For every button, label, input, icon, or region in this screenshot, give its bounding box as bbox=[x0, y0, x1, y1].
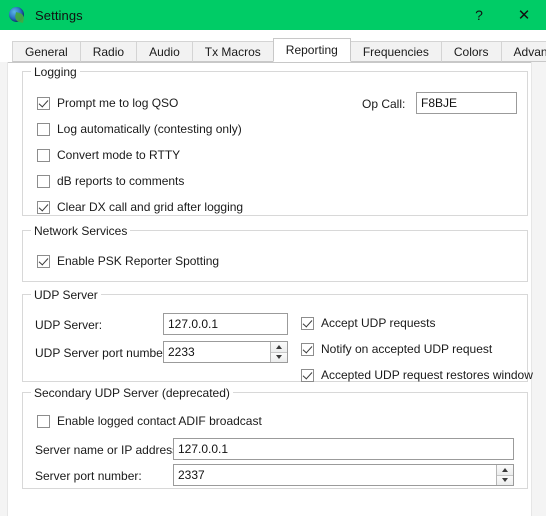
spinner-buttons[interactable] bbox=[270, 342, 287, 362]
checkbox-label: Prompt me to log QSO bbox=[57, 96, 179, 110]
network-services-group-legend: Network Services bbox=[31, 224, 131, 238]
secondary-server-port-label: Server port number: bbox=[35, 469, 142, 483]
checkbox-label: Log automatically (contesting only) bbox=[57, 122, 242, 136]
checkbox-log-automatically[interactable]: Log automatically (contesting only) bbox=[37, 120, 242, 138]
spinner-down-icon[interactable] bbox=[497, 475, 513, 485]
checkbox-box[interactable] bbox=[37, 414, 50, 428]
checkbox-box[interactable] bbox=[37, 96, 50, 110]
title-bar: Settings ? ✕ bbox=[0, 0, 546, 30]
udp-server-port-label: UDP Server port number: bbox=[35, 346, 171, 360]
checkbox-box[interactable] bbox=[37, 254, 50, 268]
checkbox-db-reports-to-comments[interactable]: dB reports to comments bbox=[37, 172, 184, 190]
checkbox-box[interactable] bbox=[301, 368, 314, 382]
checkbox-enable-psk-reporter-spotting[interactable]: Enable PSK Reporter Spotting bbox=[37, 252, 219, 270]
secondary-server-name-input[interactable]: 127.0.0.1 bbox=[173, 438, 514, 460]
spinner-up-icon[interactable] bbox=[271, 342, 287, 353]
title-bar-buttons: ? ✕ bbox=[456, 0, 546, 30]
checkbox-label: Enable PSK Reporter Spotting bbox=[57, 254, 220, 268]
checkbox-box[interactable] bbox=[301, 316, 314, 330]
checkbox-box[interactable] bbox=[301, 342, 314, 356]
close-button[interactable]: ✕ bbox=[502, 0, 546, 30]
udp-server-group-legend: UDP Server bbox=[31, 288, 101, 302]
checkbox-label: Clear DX call and grid after logging bbox=[57, 200, 244, 214]
spinner-buttons[interactable] bbox=[496, 465, 513, 485]
window-title: Settings bbox=[35, 7, 83, 23]
checkbox-box[interactable] bbox=[37, 200, 50, 214]
tab-reporting[interactable]: Reporting bbox=[272, 38, 351, 62]
checkbox-notify-on-accepted-udp-request[interactable]: Notify on accepted UDP request bbox=[301, 340, 492, 358]
tab-audio[interactable]: Audio bbox=[136, 41, 193, 62]
checkbox-box[interactable] bbox=[37, 174, 50, 188]
secondary-server-name-label: Server name or IP address: bbox=[35, 443, 182, 457]
op-call-input[interactable]: F8BJE bbox=[416, 92, 517, 114]
tab-advanced[interactable]: Advanced bbox=[500, 41, 546, 62]
checkbox-label: Notify on accepted UDP request bbox=[321, 342, 493, 356]
checkbox-clear-dx-call-and-grid[interactable]: Clear DX call and grid after logging bbox=[37, 198, 243, 216]
checkbox-accept-udp-requests[interactable]: Accept UDP requests bbox=[301, 314, 436, 332]
secondary-server-port-value[interactable]: 2337 bbox=[174, 465, 496, 485]
udp-server-port-value[interactable]: 2233 bbox=[164, 342, 270, 362]
checkbox-prompt-me-to-log-qso[interactable]: Prompt me to log QSO bbox=[37, 94, 178, 112]
checkbox-label: Convert mode to RTTY bbox=[57, 148, 181, 162]
checkbox-box[interactable] bbox=[37, 148, 50, 162]
checkbox-label: Accepted UDP request restores window bbox=[321, 368, 533, 382]
secondary-udp-server-group-legend: Secondary UDP Server (deprecated) bbox=[31, 386, 233, 400]
tab-strip: General Radio Audio Tx Macros Reporting … bbox=[12, 38, 546, 62]
udp-server-input[interactable]: 127.0.0.1 bbox=[163, 313, 288, 335]
tab-colors[interactable]: Colors bbox=[440, 41, 502, 62]
udp-server-group: UDP Server UDP Server: 127.0.0.1 UDP Ser… bbox=[22, 288, 533, 382]
help-button[interactable]: ? bbox=[456, 0, 502, 30]
app-globe-icon bbox=[8, 6, 26, 24]
op-call-label: Op Call: bbox=[362, 97, 406, 111]
network-services-group: Network Services Enable PSK Reporter Spo… bbox=[22, 224, 528, 282]
checkbox-label: Accept UDP requests bbox=[321, 316, 436, 330]
checkbox-label: Enable logged contact ADIF broadcast bbox=[57, 414, 262, 428]
spinner-up-icon[interactable] bbox=[497, 465, 513, 476]
logging-group-legend: Logging bbox=[31, 65, 80, 79]
logging-group: Logging Prompt me to log QSO Log automat… bbox=[22, 65, 528, 216]
panel-right-edge bbox=[531, 62, 546, 516]
tab-frequencies[interactable]: Frequencies bbox=[349, 41, 442, 62]
spinner-down-icon[interactable] bbox=[271, 352, 287, 362]
checkbox-label: dB reports to comments bbox=[57, 174, 185, 188]
checkbox-accepted-udp-request-restores-window[interactable]: Accepted UDP request restores window bbox=[301, 366, 533, 384]
tab-radio[interactable]: Radio bbox=[79, 41, 138, 62]
tab-general[interactable]: General bbox=[12, 41, 81, 62]
secondary-udp-server-group: Secondary UDP Server (deprecated) Enable… bbox=[22, 386, 528, 489]
panel-left-edge bbox=[0, 62, 8, 516]
checkbox-convert-mode-to-rtty[interactable]: Convert mode to RTTY bbox=[37, 146, 180, 164]
udp-server-port-spinner[interactable]: 2233 bbox=[163, 341, 288, 363]
secondary-server-port-spinner[interactable]: 2337 bbox=[173, 464, 514, 486]
checkbox-enable-logged-contact-adif-broadcast[interactable]: Enable logged contact ADIF broadcast bbox=[37, 412, 262, 430]
tab-tx-macros[interactable]: Tx Macros bbox=[191, 41, 274, 62]
checkbox-box[interactable] bbox=[37, 122, 50, 136]
udp-server-label: UDP Server: bbox=[35, 318, 103, 332]
tab-bar: General Radio Audio Tx Macros Reporting … bbox=[0, 30, 546, 62]
